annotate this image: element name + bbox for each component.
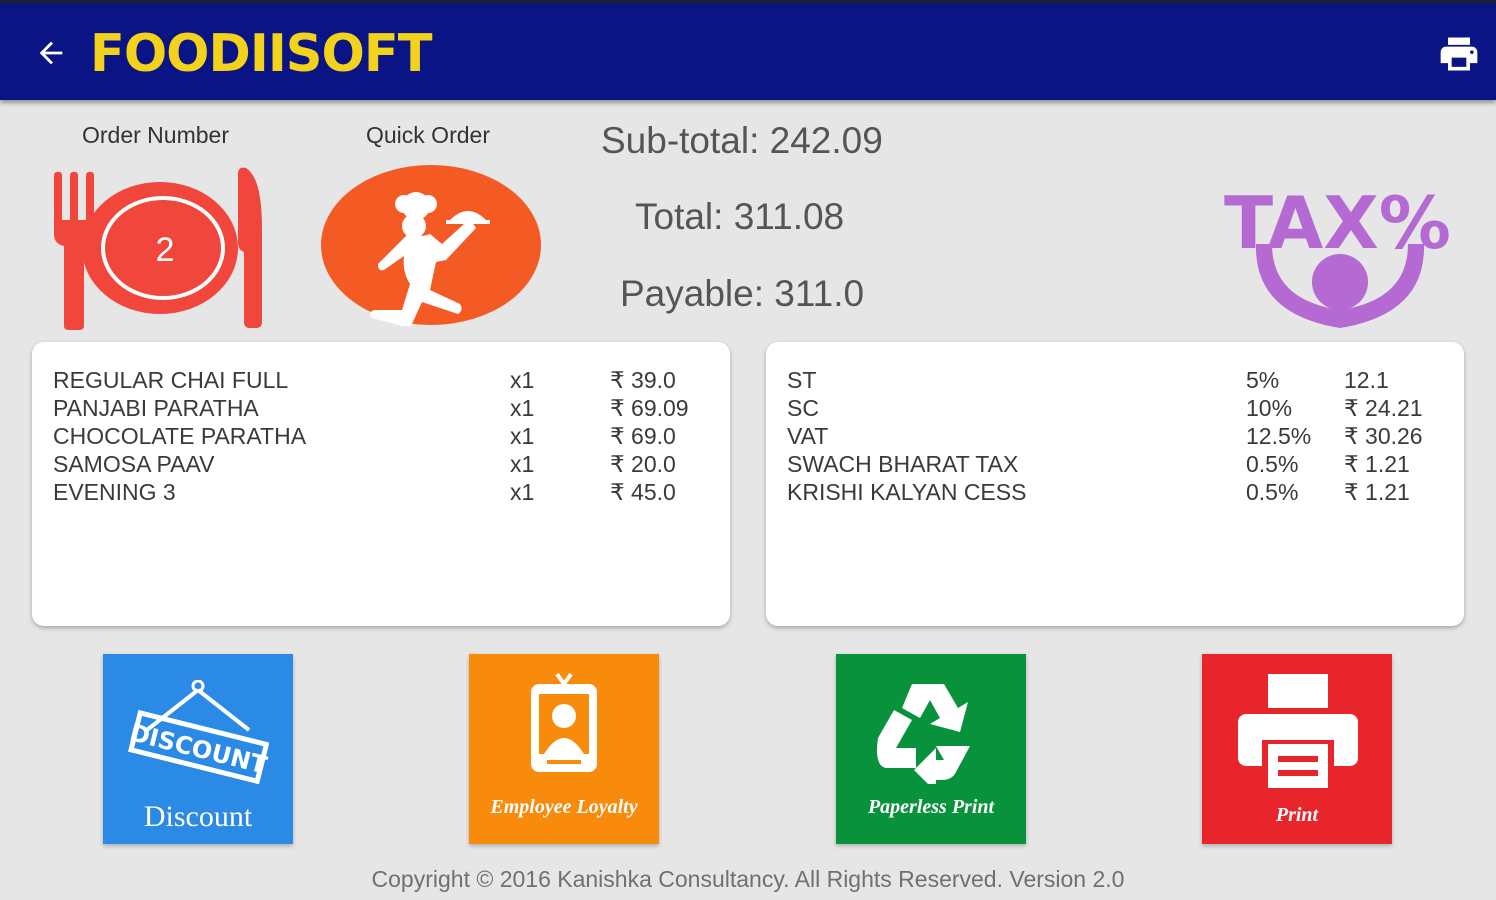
print-label: Print <box>1275 804 1319 826</box>
quick-order-icon[interactable] <box>320 164 542 326</box>
paperless-print-label: Paperless Print <box>867 796 995 818</box>
item-name: EVENING 3 <box>53 479 176 505</box>
total-text: Total: 311.08 <box>635 196 845 237</box>
discount-label: Discount <box>143 800 253 833</box>
tax-rate: 5% <box>1246 367 1280 393</box>
arrow-back-icon[interactable] <box>34 36 68 70</box>
item-price: ₹ 45.0 <box>610 479 676 505</box>
employee-loyalty-label: Employee Loyalty <box>490 796 638 818</box>
copyright-footer: Copyright © 2016 Kanishka Consultancy. A… <box>371 866 1125 892</box>
discount-tag-icon: DISCOUNT <box>127 680 269 785</box>
tax-name: VAT <box>787 423 829 449</box>
tax-amount: ₹ 1.21 <box>1344 451 1410 477</box>
tax-percent-icon[interactable]: TAX% <box>1222 178 1462 334</box>
payable-text: Payable: 311.0 <box>620 273 865 314</box>
item-name: PANJABI PARATHA <box>53 395 259 421</box>
item-name: CHOCOLATE PARATHA <box>53 423 307 449</box>
tax-rate: 12.5% <box>1246 423 1312 449</box>
item-price: ₹ 39.0 <box>610 367 676 393</box>
item-price: ₹ 20.0 <box>610 451 676 477</box>
printer-large-icon <box>1238 674 1358 788</box>
tax-rate: 0.5% <box>1246 479 1299 505</box>
discount-button[interactable]: DISCOUNT Discount <box>103 654 293 844</box>
paperless-print-button[interactable]: Paperless Print <box>836 654 1026 844</box>
recycle-icon <box>877 684 970 784</box>
tax-name: ST <box>787 367 817 393</box>
tax-rate: 10% <box>1246 395 1293 421</box>
order-number-label: Order Number <box>82 122 229 148</box>
item-qty: x1 <box>510 395 535 421</box>
tax-breakdown-card: ST 5% 12.1 SC 10% ₹ 24.21 VAT 12.5% ₹ 30… <box>766 342 1464 626</box>
tax-name: SC <box>787 395 819 421</box>
item-price: ₹ 69.09 <box>610 395 689 421</box>
tax-rate: 0.5% <box>1246 451 1299 477</box>
item-name: SAMOSA PAAV <box>53 451 215 477</box>
item-qty: x1 <box>510 423 535 449</box>
tax-amount: ₹ 30.26 <box>1344 423 1423 449</box>
employee-loyalty-button[interactable]: Employee Loyalty <box>469 654 659 844</box>
tax-amount: ₹ 24.21 <box>1344 395 1423 421</box>
employee-badge-icon <box>531 672 597 772</box>
item-name: REGULAR CHAI FULL <box>53 367 289 393</box>
app-bar: FOODIISOFT <box>0 4 1496 100</box>
item-price: ₹ 69.0 <box>610 423 676 449</box>
tax-amount: ₹ 1.21 <box>1344 479 1410 505</box>
item-qty: x1 <box>510 479 535 505</box>
tax-name: KRISHI KALYAN CESS <box>787 479 1027 505</box>
order-items-card: REGULAR CHAI FULL x1 ₹ 39.0 PANJABI PARA… <box>32 342 730 626</box>
item-qty: x1 <box>510 367 535 393</box>
item-qty: x1 <box>510 451 535 477</box>
subtotal-text: Sub-total: 242.09 <box>601 120 883 161</box>
tax-name: SWACH BHARAT TAX <box>787 451 1019 477</box>
print-button[interactable]: Print <box>1202 654 1392 844</box>
printer-icon[interactable] <box>1436 32 1482 76</box>
quick-order-label: Quick Order <box>366 122 490 148</box>
tax-amount: 12.1 <box>1344 367 1389 393</box>
order-number-value: 2 <box>155 231 175 269</box>
app-logo: FOODIISOFT <box>90 24 432 84</box>
